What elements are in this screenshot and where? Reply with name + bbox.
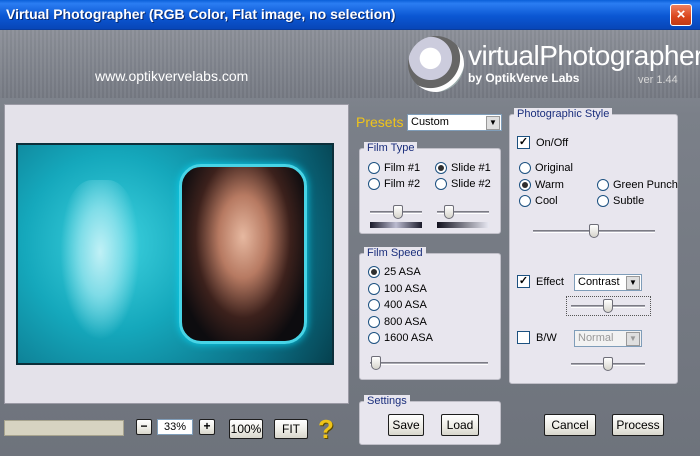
version-label: ver 1.44 [638,74,678,86]
website-link[interactable]: www.optikvervelabs.com [95,68,248,84]
film1-label: Film #1 [384,162,421,174]
zoom-level: 33% [157,419,193,435]
original-radio[interactable] [519,162,531,174]
cancel-button[interactable]: Cancel [544,414,596,436]
company-byline: by OptikVerve Labs [468,71,580,85]
film-speed-slider[interactable] [371,356,381,370]
help-icon[interactable]: ? [318,414,334,445]
effect-checkbox[interactable]: ✓ [517,275,530,288]
asa400-radio[interactable] [368,299,380,311]
warm-radio[interactable] [519,179,531,191]
preview-figure [60,180,140,340]
film-gradient-swatch [370,222,422,228]
zoom-fit-button[interactable]: FIT [274,419,308,439]
asa1600-radio[interactable] [368,332,380,344]
cool-label: Cool [535,195,558,207]
presets-select[interactable]: Custom ▼ [407,114,502,131]
effect-value: Contrast [578,276,620,288]
bw-select[interactable]: Normal ▼ [574,330,642,347]
presets-label: Presets [356,114,404,130]
bw-checkbox[interactable] [517,331,530,344]
asa100-label: 100 ASA [384,283,427,295]
window-title: Virtual Photographer (RGB Color, Flat im… [6,6,396,22]
slide-gradient-swatch [437,222,489,228]
close-button[interactable]: × [670,4,692,26]
film2-radio[interactable] [368,178,380,190]
asa800-label: 800 ASA [384,316,427,328]
bw-slider[interactable] [603,357,613,371]
progress-bar [4,420,124,436]
settings-group [359,401,501,445]
film2-label: Film #2 [384,178,421,190]
subtle-radio[interactable] [597,195,609,207]
asa25-label: 25 ASA [384,266,421,278]
film-grain-slider[interactable] [393,205,403,219]
chevron-down-icon: ▼ [626,332,640,346]
lens-logo-icon [408,36,464,92]
effect-label: Effect [536,276,564,288]
zoom-in-button[interactable]: + [199,419,215,435]
load-button[interactable]: Load [441,414,479,436]
slide2-radio[interactable] [435,178,447,190]
on-off-checkbox[interactable]: ✓ [517,136,530,149]
green-punch-radio[interactable] [597,179,609,191]
effect-select[interactable]: Contrast ▼ [574,274,642,291]
warm-label: Warm [535,179,564,191]
style-slider[interactable] [589,224,599,238]
slide1-label: Slide #1 [451,162,491,174]
slide1-radio[interactable] [435,162,447,174]
slide2-label: Slide #2 [451,178,491,190]
original-label: Original [535,162,573,174]
asa100-radio[interactable] [368,283,380,295]
film-type-title: Film Type [364,142,418,154]
asa400-label: 400 ASA [384,299,427,311]
film-speed-title: Film Speed [364,247,426,259]
cool-radio[interactable] [519,195,531,207]
zoom-out-button[interactable]: − [136,419,152,435]
green-punch-label: Green Punch [613,179,678,191]
chevron-down-icon: ▼ [486,116,500,130]
bw-value: Normal [578,332,614,344]
asa800-radio[interactable] [368,316,380,328]
zoom-100-button[interactable]: 100% [229,419,263,439]
asa25-radio[interactable] [368,266,380,278]
settings-title: Settings [364,395,410,407]
process-button[interactable]: Process [612,414,664,436]
chevron-down-icon: ▼ [626,276,640,290]
presets-value: Custom [411,116,449,128]
film-speed-slider-track [370,362,488,365]
photographic-style-title: Photographic Style [514,108,613,120]
film1-radio[interactable] [368,162,380,174]
asa1600-label: 1600 ASA [384,332,433,344]
slide-slider[interactable] [444,205,454,219]
on-off-label: On/Off [536,137,569,149]
subtle-label: Subtle [613,195,645,207]
effect-slider[interactable] [603,299,613,313]
preview-portrait [179,164,307,344]
product-logo: virtualPhotographer [468,40,700,71]
bw-label: B/W [536,332,557,344]
save-button[interactable]: Save [388,414,424,436]
